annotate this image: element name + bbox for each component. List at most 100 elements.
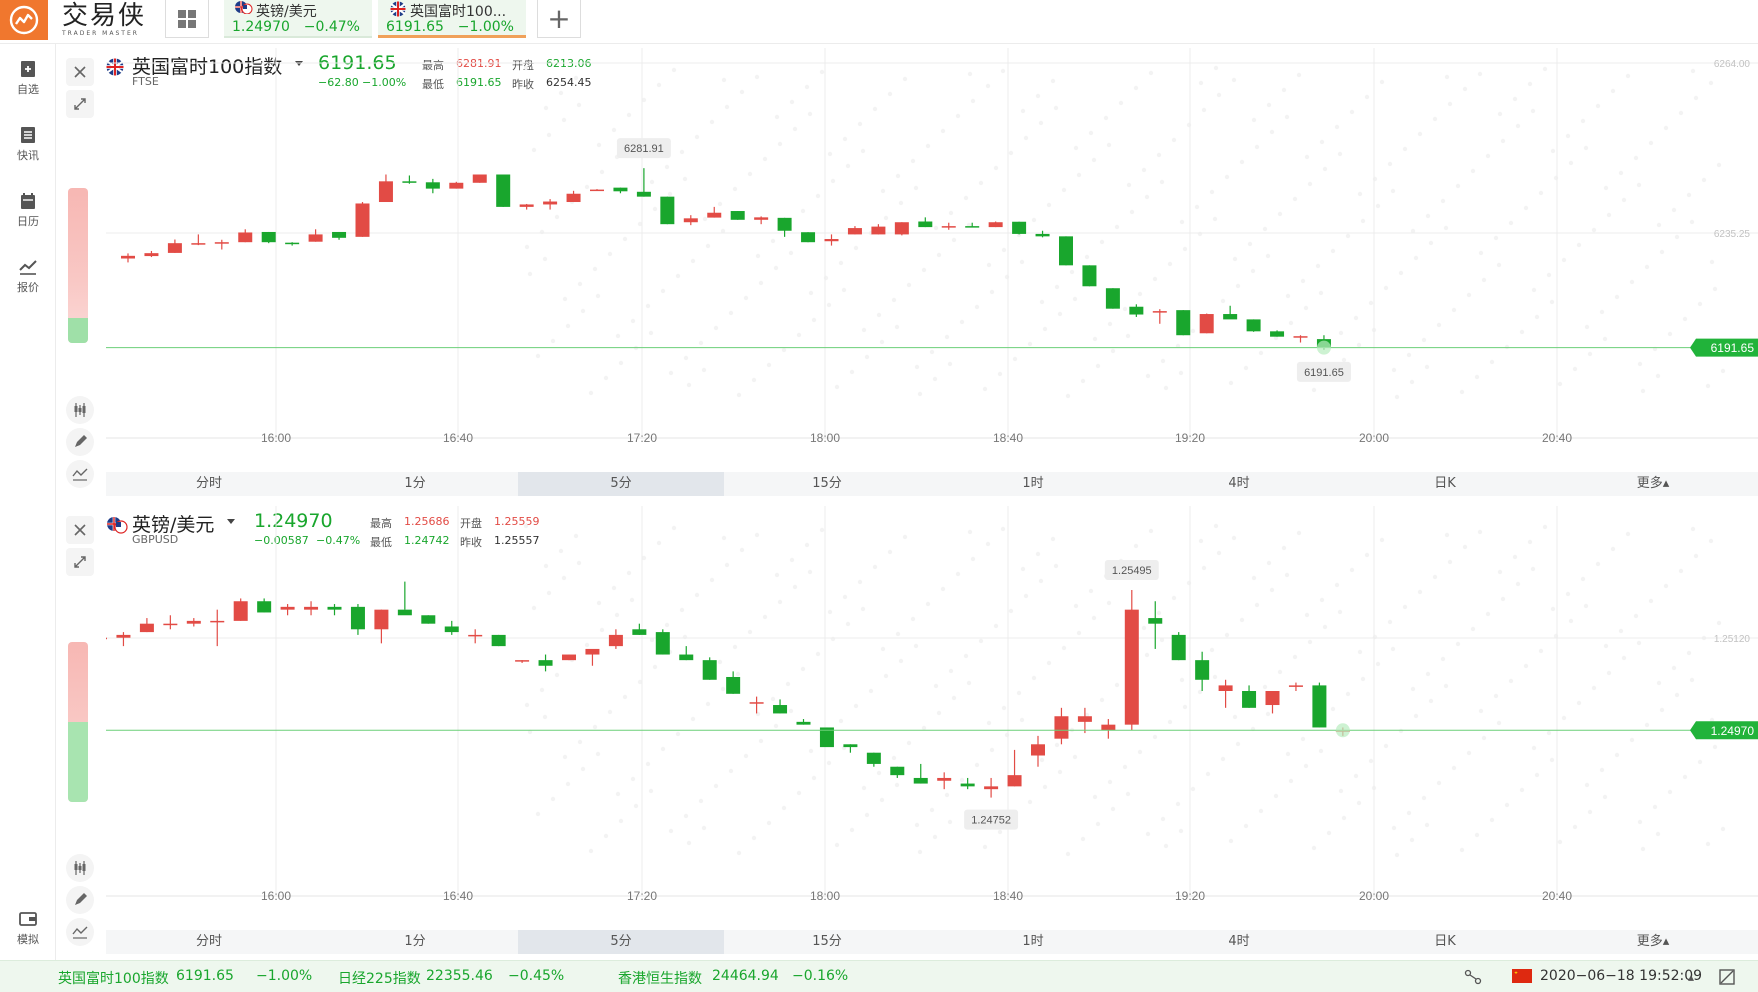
ticker-name[interactable]: 日经225指数 <box>338 968 421 988</box>
sidebar-item-quotes[interactable]: 报价 <box>0 258 56 295</box>
map-dot <box>974 762 980 768</box>
period-option[interactable]: 5分 <box>518 472 724 496</box>
map-dot <box>1618 628 1624 634</box>
period-option[interactable]: 日K <box>1342 930 1548 954</box>
candle-body <box>257 601 272 613</box>
add-tab-button[interactable]: + <box>537 0 581 38</box>
map-dot <box>1148 528 1154 534</box>
map-dot <box>1413 255 1419 261</box>
layout-grid-button[interactable] <box>165 0 209 38</box>
period-option[interactable]: 分时 <box>106 472 312 496</box>
chart-panel-ftse: 英国富时100指数 FTSE 6191.65 −62.80 −1.00% 最高 … <box>58 48 1758 500</box>
candle-body <box>425 182 440 189</box>
low-marker-label: 6191.65 <box>1304 367 1344 379</box>
candle-body <box>402 181 417 183</box>
candle-body <box>261 231 276 243</box>
expand-arrow-icon[interactable]: ▴ <box>1688 970 1694 984</box>
period-option[interactable]: 日K <box>1342 472 1548 496</box>
map-dot <box>1424 822 1430 828</box>
map-dot <box>906 740 912 746</box>
map-dot <box>997 829 1003 835</box>
map-dot <box>1424 364 1430 370</box>
map-dot <box>1114 224 1120 230</box>
map-dot <box>1050 536 1056 542</box>
indicator-button[interactable] <box>66 918 94 946</box>
map-dot <box>857 121 863 127</box>
map-dot <box>917 849 923 855</box>
map-dot <box>721 77 727 83</box>
candlestick-chart-ftse[interactable]: 6264.00 6235.25 16:00 16:40 17:20 18:00 18:40 1… <box>106 48 1758 450</box>
close-chart-button[interactable] <box>66 58 94 86</box>
period-option[interactable]: 1时 <box>930 930 1136 954</box>
map-dot <box>849 827 855 833</box>
map-dot <box>1001 247 1007 253</box>
map-dot <box>1239 159 1245 165</box>
map-dot <box>1061 645 1067 651</box>
period-option[interactable]: 15分 <box>724 930 930 954</box>
map-dot <box>686 840 692 846</box>
map-dot <box>1103 115 1109 121</box>
sidebar-item-watchlist[interactable]: 自选 <box>0 60 56 97</box>
map-dot <box>929 807 935 813</box>
ticker-name[interactable]: 香港恒生指数 <box>618 968 702 988</box>
candle-body <box>965 226 980 228</box>
map-dot <box>1595 561 1601 567</box>
map-dot <box>986 720 992 726</box>
map-dot <box>588 848 594 854</box>
candle-body <box>496 174 511 207</box>
map-dot <box>967 529 973 535</box>
expand-chart-button[interactable] <box>66 548 94 576</box>
sidebar-item-calendar[interactable]: 日历 <box>0 192 56 229</box>
map-dot <box>1095 821 1101 827</box>
sidebar-item-news[interactable]: 快讯 <box>0 126 56 163</box>
map-dot <box>679 607 685 613</box>
candle-style-button[interactable] <box>66 396 94 424</box>
draw-tool-button[interactable] <box>66 428 94 456</box>
brand: 交易侠 TRADER MASTER <box>62 2 146 37</box>
period-option[interactable]: 分时 <box>106 930 312 954</box>
candle-body <box>871 226 886 235</box>
map-dot <box>834 384 840 390</box>
map-dot <box>1610 546 1616 552</box>
map-dot <box>683 355 689 361</box>
draw-tool-button[interactable] <box>66 886 94 914</box>
period-option[interactable]: 4时 <box>1136 930 1342 954</box>
map-dot <box>804 542 810 548</box>
sidebar-item-simulate[interactable]: 模拟 <box>0 910 56 947</box>
candlestick-chart-gbpusd[interactable]: 1.25120 16:00 16:40 17:20 18:00 18:40 19:20 20:… <box>106 506 1758 908</box>
indicator-button[interactable] <box>66 460 94 488</box>
map-dot <box>993 165 999 171</box>
period-option[interactable]: 15分 <box>724 472 930 496</box>
ticker-name[interactable]: 英国富时100指数 <box>58 968 169 988</box>
map-dot <box>1591 227 1597 233</box>
candle-body <box>538 660 553 666</box>
period-option[interactable]: 4时 <box>1136 472 1342 496</box>
close-chart-button[interactable] <box>66 516 94 544</box>
map-dot <box>1474 832 1480 838</box>
expand-chart-button[interactable] <box>66 90 94 118</box>
period-option[interactable]: 5分 <box>518 930 724 954</box>
period-option[interactable]: 1时 <box>930 472 1136 496</box>
map-dot <box>558 90 564 96</box>
period-option[interactable]: 1分 <box>312 472 518 496</box>
quote-tab-gbpusd[interactable]: 英镑/美元 1.24970 −0.47% <box>224 0 372 38</box>
map-dot <box>630 776 636 782</box>
map-dot <box>1477 71 1483 77</box>
period-option[interactable]: 更多▴ <box>1548 930 1758 954</box>
map-dot <box>698 798 704 804</box>
network-icon[interactable] <box>1464 969 1482 985</box>
period-option[interactable]: 1分 <box>312 930 518 954</box>
fullscreen-toggle-icon[interactable] <box>1718 968 1736 986</box>
map-dot <box>1705 841 1711 847</box>
map-dot <box>1141 167 1147 173</box>
map-dot <box>1357 191 1363 197</box>
app-logo[interactable] <box>0 0 48 40</box>
candle-style-button[interactable] <box>66 854 94 882</box>
quote-tab-ftse[interactable]: 英国富时100... 6191.65 −1.00% <box>378 0 526 38</box>
candle-body <box>890 766 905 776</box>
period-option[interactable]: 更多▴ <box>1548 472 1758 496</box>
candle-body <box>613 187 628 192</box>
map-dot <box>596 142 602 148</box>
time-axis-label: 20:40 <box>1542 889 1572 903</box>
tab-price: 1.24970 <box>232 19 290 35</box>
